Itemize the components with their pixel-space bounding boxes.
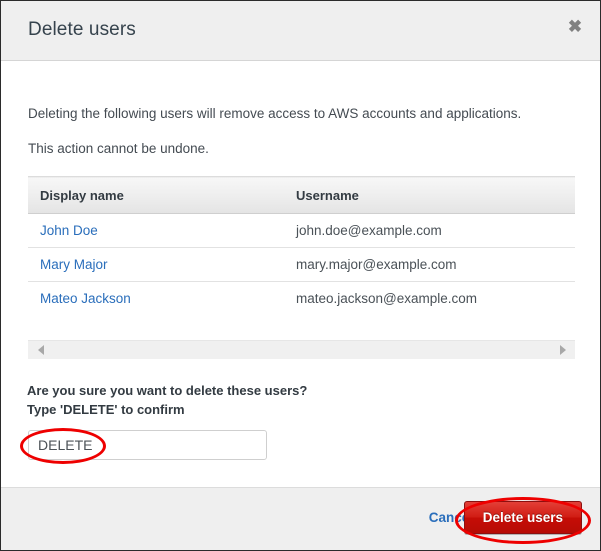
user-link[interactable]: Mateo Jackson: [40, 291, 131, 306]
user-link[interactable]: Mary Major: [40, 257, 108, 272]
dialog-body: Deleting the following users will remove…: [1, 62, 600, 487]
body-paragraph-secondary: This action cannot be undone.: [28, 141, 209, 156]
cell-display-name: Mary Major: [28, 248, 284, 282]
triangle-right-icon[interactable]: [554, 341, 571, 359]
cell-display-name: Mateo Jackson: [28, 282, 284, 316]
table-row: Mary Major mary.major@example.com: [28, 248, 575, 282]
delete-users-dialog: Delete users ✖ Deleting the following us…: [0, 0, 601, 551]
cell-username: john.doe@example.com: [284, 214, 575, 248]
body-paragraph-primary: Deleting the following users will remove…: [28, 106, 521, 121]
table-horizontal-scrollbar[interactable]: [28, 340, 575, 359]
table-row: Mateo Jackson mateo.jackson@example.com: [28, 282, 575, 316]
cell-display-name: John Doe: [28, 214, 284, 248]
dialog-title: Delete users: [28, 19, 136, 41]
column-header-display-name[interactable]: Display name: [28, 177, 284, 214]
close-icon[interactable]: ✖: [562, 13, 588, 39]
dialog-header: Delete users ✖: [1, 1, 600, 61]
confirm-delete-input[interactable]: [28, 430, 267, 460]
confirm-question: Are you sure you want to delete these us…: [27, 383, 307, 398]
cell-username: mary.major@example.com: [284, 248, 575, 282]
table-header-row: Display name Username: [28, 177, 575, 214]
confirm-instruction: Type 'DELETE' to confirm: [27, 402, 185, 417]
triangle-left-icon[interactable]: [32, 341, 49, 359]
delete-users-button[interactable]: Delete users: [464, 501, 582, 534]
table-row: John Doe john.doe@example.com: [28, 214, 575, 248]
users-table-container: Display name Username John Doe john.doe@…: [28, 176, 575, 316]
users-table: Display name Username John Doe john.doe@…: [28, 176, 575, 316]
users-table-body: John Doe john.doe@example.com Mary Major…: [28, 214, 575, 316]
dialog-footer: Cancel Delete users: [1, 487, 600, 550]
column-header-username[interactable]: Username: [284, 177, 575, 214]
cell-username: mateo.jackson@example.com: [284, 282, 575, 316]
users-table-head: Display name Username: [28, 177, 575, 214]
user-link[interactable]: John Doe: [40, 223, 98, 238]
